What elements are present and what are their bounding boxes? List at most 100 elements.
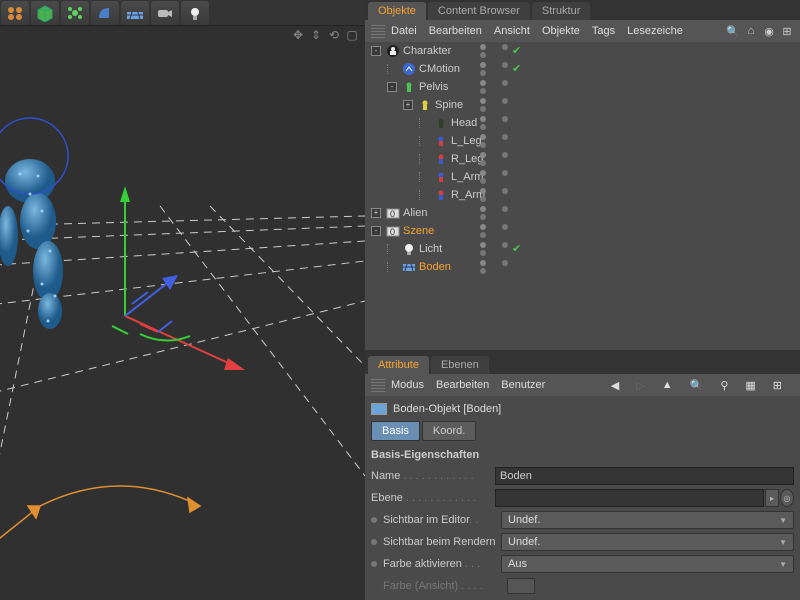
ebene-target-icon[interactable]: ◎ — [780, 489, 794, 507]
frame-icon[interactable]: ▢ — [345, 28, 359, 44]
menu-bearbeiten[interactable]: Bearbeiten — [429, 25, 482, 37]
tree-row-licht[interactable]: Licht✔ — [365, 240, 800, 258]
lock-icon[interactable]: ⚲ — [720, 379, 728, 392]
vis-dot-top[interactable] — [480, 188, 486, 194]
render-dot[interactable] — [502, 152, 508, 158]
anim-dot[interactable] — [371, 517, 377, 523]
vis-dot-bottom[interactable] — [480, 232, 486, 238]
object-hierarchy[interactable]: -Charakter✔CMotion✔-Pelvis+SpineHeadL_Le… — [365, 42, 800, 350]
expander-icon[interactable]: - — [387, 82, 397, 92]
visibility-flags[interactable]: ✔ — [480, 62, 521, 76]
visibility-flags[interactable]: ✔ — [480, 44, 521, 58]
tree-row-spine[interactable]: +Spine — [365, 96, 800, 114]
vis-dot-top[interactable] — [480, 260, 486, 266]
new-icon[interactable]: ▦ — [745, 379, 755, 392]
subtab-basis[interactable]: Basis — [371, 421, 420, 441]
tree-row-r_leg[interactable]: R_Leg — [365, 150, 800, 168]
menu-benutzer[interactable]: Benutzer — [501, 379, 545, 391]
tab-attribute[interactable]: Attribute — [368, 356, 429, 374]
visibility-flags[interactable] — [480, 170, 508, 184]
ebene-arrow-icon[interactable]: ▸ — [765, 489, 779, 507]
vis-dot-bottom[interactable] — [480, 106, 486, 112]
visibility-flags[interactable]: ✔ — [480, 242, 521, 256]
expand-icon[interactable]: ⊞ — [780, 24, 794, 38]
tree-row-szene[interactable]: -0Szene — [365, 222, 800, 240]
vis-dot-bottom[interactable] — [480, 178, 486, 184]
back-icon[interactable]: ◀ — [611, 379, 619, 392]
vis-dot-top[interactable] — [480, 152, 486, 158]
vis-dot-bottom[interactable] — [480, 142, 486, 148]
eye-icon[interactable]: ◉ — [762, 24, 776, 38]
check-icon[interactable]: ✔ — [512, 242, 521, 256]
viewport[interactable]: ✥ ⇕ ⟲ ▢ — [0, 26, 365, 600]
visibility-flags[interactable] — [480, 188, 508, 202]
menu-objekte[interactable]: Objekte — [542, 25, 580, 37]
anim-dot[interactable] — [371, 539, 377, 545]
menu-tags[interactable]: Tags — [592, 25, 615, 37]
search-icon[interactable]: 🔍 — [690, 379, 704, 392]
input-ebene[interactable] — [495, 489, 764, 507]
visibility-flags[interactable] — [480, 224, 508, 238]
vis-dot-bottom[interactable] — [480, 196, 486, 202]
visibility-flags[interactable] — [480, 116, 508, 130]
render-dot[interactable] — [502, 260, 508, 266]
expander-icon[interactable]: - — [371, 46, 381, 56]
menu-ansicht[interactable]: Ansicht — [494, 25, 530, 37]
tab-ebenen[interactable]: Ebenen — [431, 356, 489, 374]
dropdown-sicht-rendern[interactable]: Undef.▼ — [501, 533, 794, 551]
check-icon[interactable]: ✔ — [512, 44, 521, 58]
menu-datei[interactable]: Datei — [391, 25, 417, 37]
expand-icon[interactable]: ⊞ — [773, 379, 782, 392]
render-dot[interactable] — [502, 242, 508, 248]
vis-dot-top[interactable] — [480, 224, 486, 230]
home-icon[interactable]: ⌂ — [744, 24, 758, 38]
tab-content-browser[interactable]: Content Browser — [428, 2, 530, 20]
tab-struktur[interactable]: Struktur — [532, 2, 591, 20]
render-dot[interactable] — [502, 44, 508, 50]
render-dot[interactable] — [502, 80, 508, 86]
expander-icon[interactable]: + — [371, 208, 381, 218]
tree-row-alien[interactable]: +0Alien — [365, 204, 800, 222]
expander-icon[interactable]: - — [371, 226, 381, 236]
expander-icon[interactable]: + — [403, 100, 413, 110]
vis-dot-top[interactable] — [480, 98, 486, 104]
tree-row-boden[interactable]: Boden — [365, 258, 800, 276]
cube-tool[interactable] — [31, 1, 59, 25]
menu-lesezeichen[interactable]: Lesezeiche — [627, 25, 683, 37]
tree-row-head[interactable]: Head — [365, 114, 800, 132]
vis-dot-bottom[interactable] — [480, 214, 486, 220]
camera-tool[interactable] — [151, 1, 179, 25]
vis-dot-bottom[interactable] — [480, 52, 486, 58]
check-icon[interactable]: ✔ — [512, 62, 521, 76]
tab-objekte[interactable]: Objekte — [368, 2, 426, 20]
dropdown-sicht-editor[interactable]: Undef.▼ — [501, 511, 794, 529]
vis-dot-top[interactable] — [480, 44, 486, 50]
render-dot[interactable] — [502, 224, 508, 230]
tree-row-r_arm[interactable]: R_Arm — [365, 186, 800, 204]
search-icon[interactable]: 🔍 — [726, 24, 740, 38]
grip-icon[interactable] — [371, 378, 385, 392]
vis-dot-top[interactable] — [480, 62, 486, 68]
render-dot[interactable] — [502, 98, 508, 104]
light-tool[interactable] — [181, 1, 209, 25]
vis-dot-top[interactable] — [480, 116, 486, 122]
pan-icon[interactable]: ✥ — [291, 28, 305, 44]
input-name[interactable] — [495, 467, 794, 485]
render-dot[interactable] — [502, 206, 508, 212]
vis-dot-bottom[interactable] — [480, 250, 486, 256]
vis-dot-top[interactable] — [480, 134, 486, 140]
tree-row-l_leg[interactable]: L_Leg — [365, 132, 800, 150]
vis-dot-bottom[interactable] — [480, 124, 486, 130]
visibility-flags[interactable] — [480, 152, 508, 166]
visibility-flags[interactable] — [480, 98, 508, 112]
floor-tool[interactable] — [121, 1, 149, 25]
dropdown-farbe-akt[interactable]: Aus▼ — [501, 555, 794, 573]
menu-modus[interactable]: Modus — [391, 379, 424, 391]
zoom-icon[interactable]: ⇕ — [309, 28, 323, 44]
rotate-icon[interactable]: ⟲ — [327, 28, 341, 44]
vis-dot-bottom[interactable] — [480, 88, 486, 94]
vis-dot-bottom[interactable] — [480, 268, 486, 274]
subtab-koord[interactable]: Koord. — [422, 421, 476, 441]
tree-row-charakter[interactable]: -Charakter✔ — [365, 42, 800, 60]
render-dot[interactable] — [502, 134, 508, 140]
